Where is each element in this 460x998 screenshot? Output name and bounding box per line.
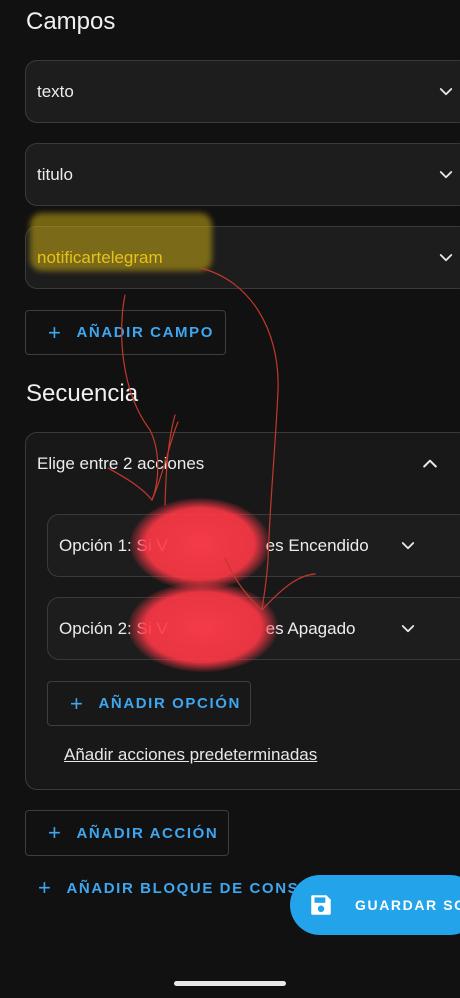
red-annotation-arrows — [107, 267, 316, 611]
save-icon — [308, 892, 334, 918]
automation-editor-screen: Campos texto titulo notificartelegram + … — [0, 0, 460, 998]
home-indicator[interactable] — [174, 981, 286, 986]
save-fab-label: GUARDAR SC — [355, 897, 460, 913]
save-fab[interactable]: GUARDAR SC — [290, 875, 460, 935]
